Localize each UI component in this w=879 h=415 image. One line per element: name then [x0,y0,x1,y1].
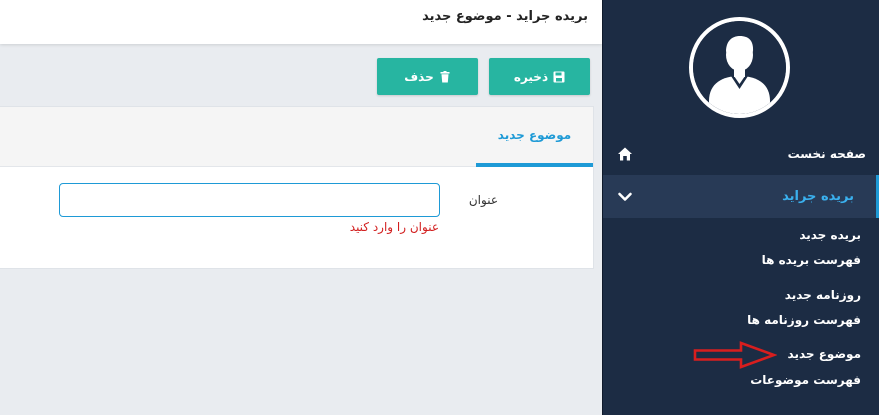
tab-bar: موضوع جدید [0,107,593,167]
save-button[interactable]: ذخیره [489,58,590,95]
sidebar-item-new-clipping[interactable]: بریده جدید [799,228,861,242]
chevron-down-icon [617,189,633,205]
sidebar-item-clipping-list[interactable]: فهرست بریده ها [762,253,861,267]
title-error-message: عنوان را وارد کنید [349,220,439,234]
annotation-arrow-icon [693,340,778,370]
sidebar-item-home[interactable]: صفحه نخست [603,140,879,168]
delete-button-label: حذف [404,69,434,84]
delete-button[interactable]: حذف [377,58,478,95]
floppy-disk-icon [553,71,565,83]
sidebar-item-new-newspaper[interactable]: روزنامه جدید [785,288,861,302]
tab-label: موضوع جدید [497,128,572,142]
top-bar: بریده جراید - موضوع جدید [0,0,602,44]
user-avatar-icon [689,17,790,118]
form-panel: موضوع جدید عنوان عنوان را وارد کنید [0,106,594,269]
page-title: بریده جراید - موضوع جدید [422,9,588,24]
sidebar-section-label: بریده جراید [782,189,854,204]
title-input[interactable] [59,183,440,217]
sidebar-home-label: صفحه نخست [787,147,866,161]
save-button-label: ذخیره [513,69,549,84]
sidebar-section-press-clippings[interactable]: بریده جراید [603,175,879,218]
sidebar-item-newspaper-list[interactable]: فهرست روزنامه ها [747,313,861,327]
sidebar-item-subject-list[interactable]: فهرست موضوعات [750,373,861,387]
sidebar-item-new-subject[interactable]: موضوع جدید [788,347,861,361]
home-icon [617,146,633,162]
tab-new-subject[interactable]: موضوع جدید [476,107,593,167]
title-field-label: عنوان [468,193,498,207]
trash-icon [439,70,451,83]
